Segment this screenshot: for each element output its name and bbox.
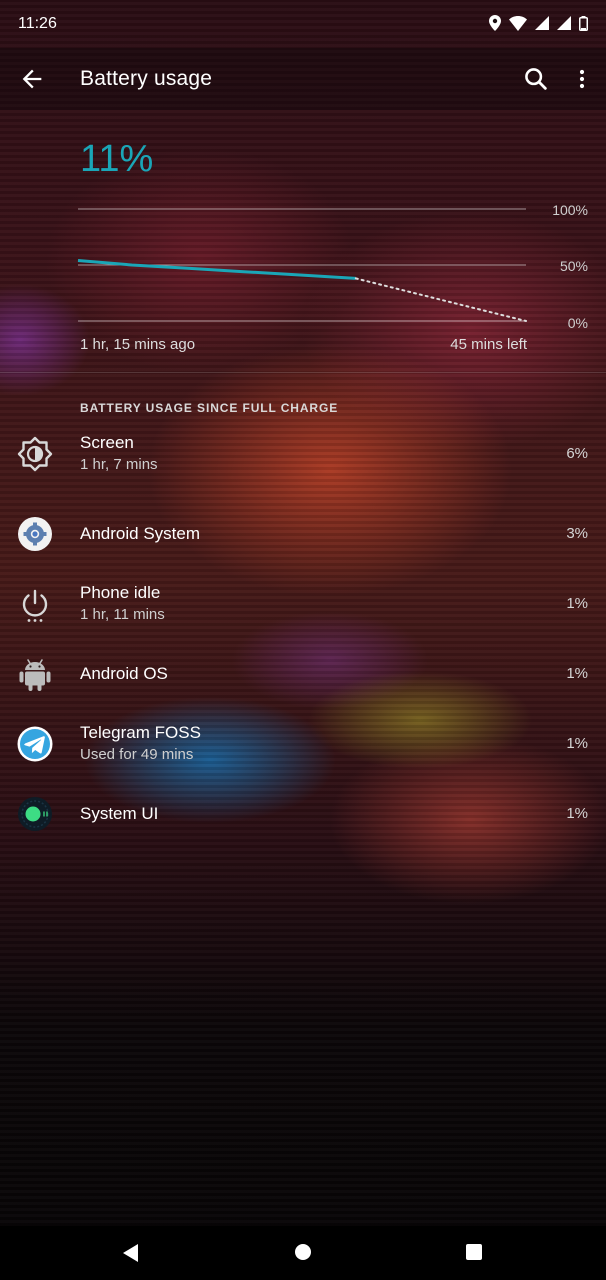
signal-icon-2 [557,16,571,30]
signal-icon-1 [535,16,549,30]
item-detail: Used for 49 mins [80,746,194,763]
telegram-icon [17,726,53,762]
list-item-system-ui[interactable]: System UI 1% [0,779,606,849]
list-item-telegram-foss[interactable]: Telegram FOSS Used for 49 mins 1% [0,709,606,779]
wifi-icon [509,15,527,31]
back-arrow-icon[interactable] [18,65,46,93]
item-percent: 1% [566,805,588,822]
section-header: BATTERY USAGE SINCE FULL CHARGE [80,401,339,415]
battery-chart-svg [77,208,527,322]
item-percent: 6% [566,445,588,462]
battery-chart [77,200,528,330]
nav-back-icon[interactable] [122,1244,140,1262]
x-label-end: 45 mins left [450,336,527,353]
battery-percent: 11% [80,138,154,180]
page-title: Battery usage [80,67,213,90]
y-label-100: 100% [552,202,588,218]
item-percent: 1% [566,595,588,612]
projected-line [354,277,527,322]
list-item-android-system[interactable]: Android System 3% [0,499,606,569]
y-label-50: 50% [559,258,588,274]
power-icon [22,589,48,622]
item-name: Phone idle [80,583,161,602]
usage-line [77,259,356,280]
item-name: Android OS [80,664,168,683]
status-icons [489,15,588,31]
status-bar: 11:26 [0,0,606,48]
list-item-android-os[interactable]: Android OS 1% [0,639,606,709]
android11-icon [18,797,52,831]
nav-home-icon[interactable] [295,1244,311,1260]
battery-icon [579,15,588,31]
item-percent: 3% [566,525,588,542]
gear-icon [18,517,52,551]
status-time: 11:26 [18,15,57,32]
item-percent: 1% [566,665,588,682]
navigation-bar [0,1226,606,1280]
item-name: Screen [80,433,134,452]
app-bar: Battery usage [0,48,606,110]
y-label-0: 0% [567,315,588,331]
brightness-icon [17,436,53,472]
list-item-screen[interactable]: Screen 1 hr, 7 mins 6% [0,419,606,489]
item-percent: 1% [566,735,588,752]
item-name: Android System [80,524,200,543]
list-item-phone-idle[interactable]: Phone idle 1 hr, 11 mins 1% [0,569,606,639]
search-icon[interactable] [522,65,550,93]
android-icon [19,659,51,691]
nav-recents-icon[interactable] [466,1244,482,1260]
location-icon [489,15,501,31]
more-options-icon[interactable] [570,65,594,93]
item-name: System UI [80,804,159,823]
x-label-start: 1 hr, 15 mins ago [80,336,196,353]
item-name: Telegram FOSS [80,723,201,742]
item-detail: 1 hr, 11 mins [80,606,165,623]
divider [0,372,606,373]
item-detail: 1 hr, 7 mins [80,456,158,473]
